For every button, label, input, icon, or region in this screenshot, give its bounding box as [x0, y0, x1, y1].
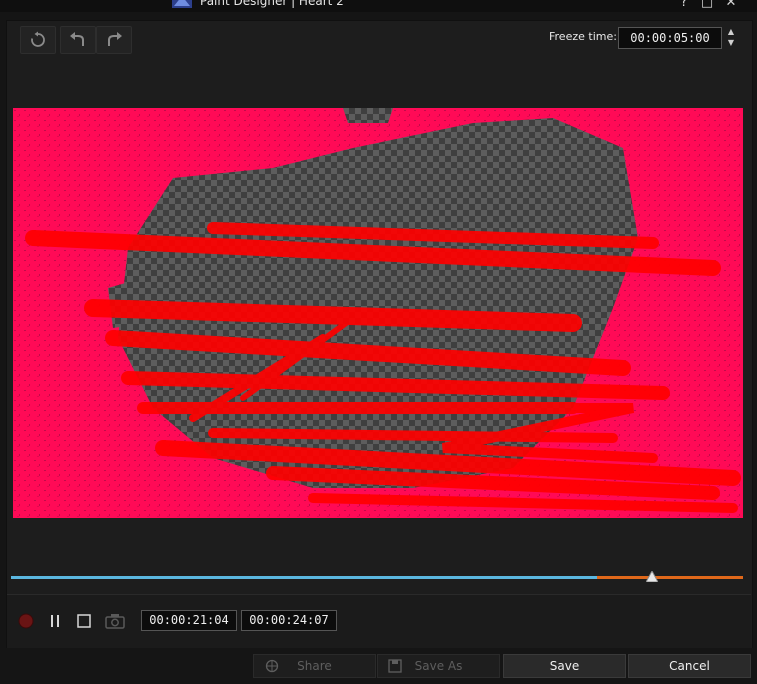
total-time-display: 00:00:24:07	[241, 610, 337, 631]
freeze-time-label: Freeze time:	[549, 30, 617, 43]
freeze-time-input[interactable]: 00:00:05:00	[618, 27, 722, 49]
share-icon	[265, 659, 279, 673]
timeline-played	[11, 576, 597, 579]
freeze-time-increment[interactable]: ▲	[722, 26, 740, 37]
stop-icon[interactable]	[76, 612, 92, 630]
app-icon	[172, 0, 192, 8]
current-time-display: 00:00:21:04	[141, 610, 237, 631]
save-as-button[interactable]: Save As	[377, 654, 500, 678]
timeline-remaining	[597, 576, 743, 579]
camera-icon[interactable]	[104, 612, 126, 630]
redo-icon	[108, 32, 122, 46]
close-button[interactable]: ✕	[722, 0, 740, 11]
share-button[interactable]: Share	[253, 654, 376, 678]
save-button[interactable]: Save	[503, 654, 626, 678]
share-label: Share	[297, 659, 332, 673]
title-bar: Paint Designer | Heart 2 ? □ ✕	[0, 0, 757, 12]
save-as-label: Save As	[414, 659, 463, 673]
freeze-time-decrement[interactable]: ▼	[722, 37, 740, 48]
undo-icon	[70, 32, 84, 46]
playhead-handle[interactable]	[646, 571, 658, 582]
reset-icon	[31, 31, 45, 47]
reset-button[interactable]	[20, 26, 56, 54]
maximize-button[interactable]: □	[698, 0, 716, 11]
undo-button[interactable]	[60, 26, 96, 54]
redo-button[interactable]	[96, 26, 132, 54]
save-as-icon	[388, 659, 402, 673]
help-button[interactable]: ?	[675, 0, 693, 11]
pause-icon[interactable]	[48, 612, 62, 630]
timeline-scrubber[interactable]	[11, 571, 743, 582]
cancel-button[interactable]: Cancel	[628, 654, 751, 678]
paint-canvas[interactable]	[13, 108, 743, 518]
record-icon[interactable]	[17, 612, 35, 630]
window-title: Paint Designer | Heart 2	[200, 0, 344, 8]
